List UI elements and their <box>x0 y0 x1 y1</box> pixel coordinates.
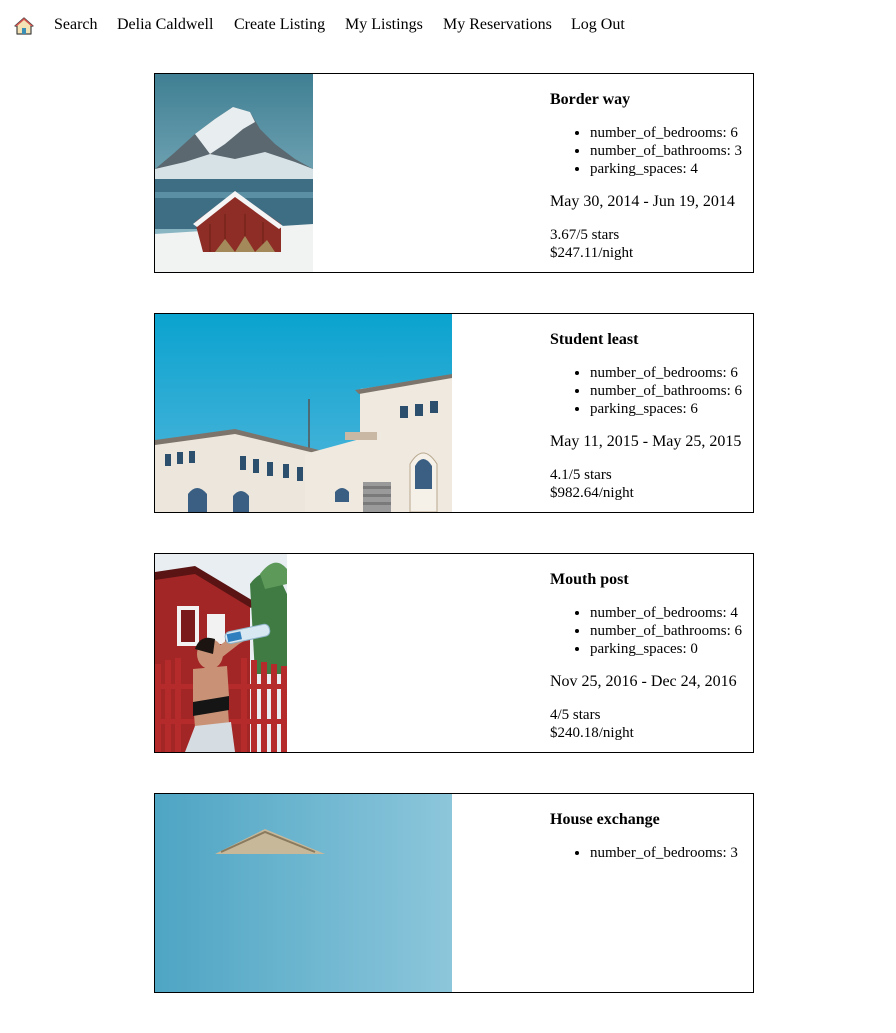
amenities-list: number_of_bedrooms: 3 <box>550 844 753 862</box>
rating-text: 4/5 stars <box>550 707 601 723</box>
amenities-list: number_of_bedrooms: 6 number_of_bathroom… <box>550 364 753 418</box>
amenity-item: number_of_bedrooms: 4 <box>590 604 753 622</box>
nav-user-link[interactable]: Delia Caldwell <box>117 16 213 34</box>
listing-card[interactable]: Border way number_of_bedrooms: 6 number_… <box>154 73 754 273</box>
amenity-item: number_of_bathrooms: 6 <box>590 382 753 400</box>
amenity-item: number_of_bathrooms: 6 <box>590 622 753 640</box>
nav-logout-link[interactable]: Log Out <box>571 16 625 34</box>
listing-card[interactable]: Mouth post number_of_bedrooms: 4 number_… <box>154 553 754 753</box>
listing-info: Border way number_of_bedrooms: 6 number_… <box>550 90 753 262</box>
amenities-list: number_of_bedrooms: 4 number_of_bathroom… <box>550 604 753 658</box>
rating-text: 4.1/5 stars <box>550 467 612 483</box>
listing-info: Mouth post number_of_bedrooms: 4 number_… <box>550 570 753 742</box>
listing-title[interactable]: House exchange <box>550 810 753 830</box>
nav-my-listings-link[interactable]: My Listings <box>345 16 423 34</box>
listing-card[interactable]: Student least number_of_bedrooms: 6 numb… <box>154 313 754 513</box>
listing-photo <box>155 554 287 752</box>
listing-card[interactable]: House exchange number_of_bedrooms: 3 <box>154 793 754 993</box>
availability-dates: May 30, 2014 - Jun 19, 2014 <box>550 193 735 210</box>
price-text: $240.18/night <box>550 725 634 741</box>
nav-my-reservations-link[interactable]: My Reservations <box>443 16 552 34</box>
listing-title[interactable]: Mouth post <box>550 570 753 590</box>
amenity-item: parking_spaces: 6 <box>590 400 753 418</box>
amenity-item: number_of_bathrooms: 3 <box>590 142 753 160</box>
price-text: $982.64/night <box>550 485 634 501</box>
rating-text: 3.67/5 stars <box>550 227 620 243</box>
listing-photo <box>155 794 452 992</box>
amenity-item: parking_spaces: 4 <box>590 160 753 178</box>
availability-dates: May 11, 2015 - May 25, 2015 <box>550 433 742 450</box>
home-house-icon[interactable] <box>14 16 34 36</box>
listing-info: House exchange number_of_bedrooms: 3 <box>550 810 753 876</box>
listing-title[interactable]: Student least <box>550 330 753 350</box>
amenities-list: number_of_bedrooms: 6 number_of_bathroom… <box>550 124 753 178</box>
amenity-item: parking_spaces: 0 <box>590 640 753 658</box>
nav-search-link[interactable]: Search <box>54 16 98 34</box>
listing-list: Border way number_of_bedrooms: 6 number_… <box>154 73 754 1033</box>
listing-title[interactable]: Border way <box>550 90 753 110</box>
availability-dates: Nov 25, 2016 - Dec 24, 2016 <box>550 673 737 690</box>
listing-photo <box>155 314 452 512</box>
listing-photo <box>155 74 313 272</box>
listing-info: Student least number_of_bedrooms: 6 numb… <box>550 330 753 502</box>
price-text: $247.11/night <box>550 245 634 261</box>
amenity-item: number_of_bedrooms: 6 <box>590 124 753 142</box>
amenity-item: number_of_bedrooms: 3 <box>590 844 753 862</box>
amenity-item: number_of_bedrooms: 6 <box>590 364 753 382</box>
top-nav: Search Delia Caldwell Create Listing My … <box>0 0 896 50</box>
nav-create-listing-link[interactable]: Create Listing <box>234 16 325 34</box>
